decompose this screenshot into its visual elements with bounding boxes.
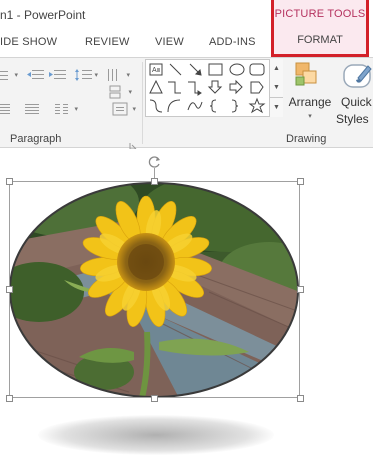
arrow-line-icon[interactable]	[189, 63, 202, 76]
dialog-launcher-icon[interactable]	[129, 137, 137, 150]
quick-styles-label-line-2: Styles	[336, 112, 369, 126]
chevron-down-icon[interactable]: ▾	[14, 71, 18, 79]
tab-add-ins[interactable]: ADD-INS	[209, 36, 256, 48]
arrange-icon	[295, 62, 317, 86]
arrange-button[interactable]: Arrange ▾	[286, 60, 334, 130]
arrange-label: Arrange	[288, 95, 332, 109]
columns-icon[interactable]: ▾	[54, 102, 78, 116]
picture-tools-label: PICTURE TOOLS	[274, 8, 366, 20]
pentagon-icon[interactable]	[250, 81, 264, 94]
scroll-down-icon[interactable]: ▼	[270, 78, 283, 97]
quick-styles-icon	[343, 64, 372, 88]
window-title: n1 - PowerPoint	[0, 8, 86, 22]
triangle-icon[interactable]	[149, 79, 163, 94]
chevron-down-icon[interactable]: ▾	[132, 105, 136, 113]
increase-indent-icon[interactable]	[48, 68, 66, 82]
right-arrow-icon[interactable]	[229, 79, 243, 95]
star-icon[interactable]	[248, 97, 266, 114]
left-brace-icon[interactable]	[209, 99, 217, 113]
chevron-down-icon[interactable]: ▾	[126, 71, 130, 79]
bullets-icon[interactable]: ▾	[0, 68, 18, 82]
rounded-rectangle-icon[interactable]	[249, 63, 265, 76]
resize-handle-top[interactable]	[151, 178, 158, 185]
shapes-grid: A	[149, 63, 266, 114]
resize-handle-bottom-left[interactable]	[6, 395, 13, 402]
smartart-icon[interactable]: ▾	[108, 85, 132, 99]
rotate-handle[interactable]	[147, 154, 163, 170]
tab-format[interactable]: FORMAT	[274, 34, 366, 46]
tab-view[interactable]: VIEW	[155, 36, 184, 48]
text-box-icon[interactable]: A	[149, 63, 163, 76]
svg-text:A: A	[152, 67, 157, 74]
chevron-down-icon[interactable]: ▾	[94, 71, 98, 79]
drawing-group-label: Drawing	[286, 133, 327, 145]
paragraph-group: ▾ ▾ ▾ ▾ ▾ ▾ Paragraph	[0, 58, 142, 150]
curve-icon[interactable]	[187, 101, 203, 111]
down-arrow-icon[interactable]	[207, 80, 223, 94]
arc-icon[interactable]	[167, 99, 181, 113]
right-brace-icon[interactable]	[231, 99, 239, 113]
paragraph-group-label: Paragraph	[10, 133, 62, 145]
picture-tools-group: PICTURE TOOLS FORMAT	[271, 0, 369, 57]
decrease-indent-icon[interactable]	[26, 68, 44, 82]
line-icon[interactable]	[169, 63, 182, 76]
curved-connector-icon[interactable]	[149, 99, 163, 113]
text-direction-icon[interactable]: ▾	[106, 68, 130, 82]
quick-styles-button[interactable]: Quick Styles	[336, 60, 373, 130]
shapes-gallery[interactable]: A	[145, 59, 283, 117]
resize-handle-top-left[interactable]	[6, 178, 13, 185]
tab-review[interactable]: REVIEW	[85, 36, 130, 48]
chevron-down-icon: ▾	[308, 113, 312, 120]
rectangle-icon[interactable]	[208, 63, 223, 76]
align-left-icon[interactable]	[0, 102, 12, 116]
scroll-up-icon[interactable]: ▲	[270, 59, 283, 78]
elbow-arrow-connector-icon[interactable]	[188, 81, 202, 96]
chevron-down-icon[interactable]: ▾	[128, 88, 132, 96]
tab-slide-show[interactable]: IDE SHOW	[0, 36, 57, 48]
resize-handle-left[interactable]	[6, 286, 13, 293]
resize-handle-top-right[interactable]	[297, 178, 304, 185]
oval-icon[interactable]	[229, 63, 245, 76]
justify-icon[interactable]	[24, 102, 42, 116]
shapes-gallery-scrollbar[interactable]: ▲ ▼ ▼	[269, 59, 283, 117]
gallery-more-icon[interactable]: ▼	[270, 97, 283, 116]
resize-handle-right[interactable]	[297, 286, 304, 293]
chevron-down-icon[interactable]: ▾	[74, 105, 78, 113]
resize-handle-bottom-right[interactable]	[297, 395, 304, 402]
quick-styles-label: Quick	[341, 95, 372, 109]
resize-handle-bottom[interactable]	[151, 395, 158, 402]
elbow-connector-icon[interactable]	[168, 81, 181, 94]
selection-frame	[9, 181, 300, 398]
picture-shadow	[38, 415, 274, 455]
line-spacing-icon[interactable]: ▾	[74, 68, 98, 82]
align-text-icon[interactable]: ▾	[112, 102, 136, 116]
